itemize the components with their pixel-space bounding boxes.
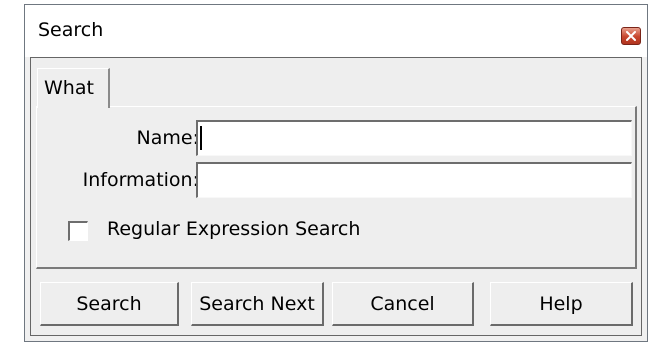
title-bar[interactable]: Search <box>25 5 647 57</box>
close-button[interactable] <box>621 27 641 45</box>
button-bar: Search Search Next Cancel Help <box>36 276 637 331</box>
information-input[interactable] <box>196 162 632 198</box>
tab-what-label: What <box>44 77 94 99</box>
regex-checkbox[interactable] <box>68 221 88 241</box>
regex-checkbox-label[interactable]: Regular Expression Search <box>107 217 360 241</box>
cancel-button[interactable]: Cancel <box>332 282 474 326</box>
tab-panel-what: Name: Information: Regular Expression Se… <box>36 106 637 269</box>
information-label: Information: <box>82 169 199 191</box>
search-next-button[interactable]: Search Next <box>191 282 324 326</box>
search-dialog: Search What Name: Information: Regular E… <box>24 4 648 342</box>
search-button[interactable]: Search <box>40 282 179 326</box>
help-button[interactable]: Help <box>490 282 633 326</box>
close-icon <box>626 31 636 41</box>
window-title: Search <box>38 19 104 41</box>
tab-what[interactable]: What <box>37 68 110 108</box>
name-label: Name: <box>136 127 199 149</box>
dialog-body: What Name: Information: Regular Expressi… <box>30 57 642 336</box>
name-input[interactable] <box>196 120 632 156</box>
text-caret <box>200 126 202 150</box>
